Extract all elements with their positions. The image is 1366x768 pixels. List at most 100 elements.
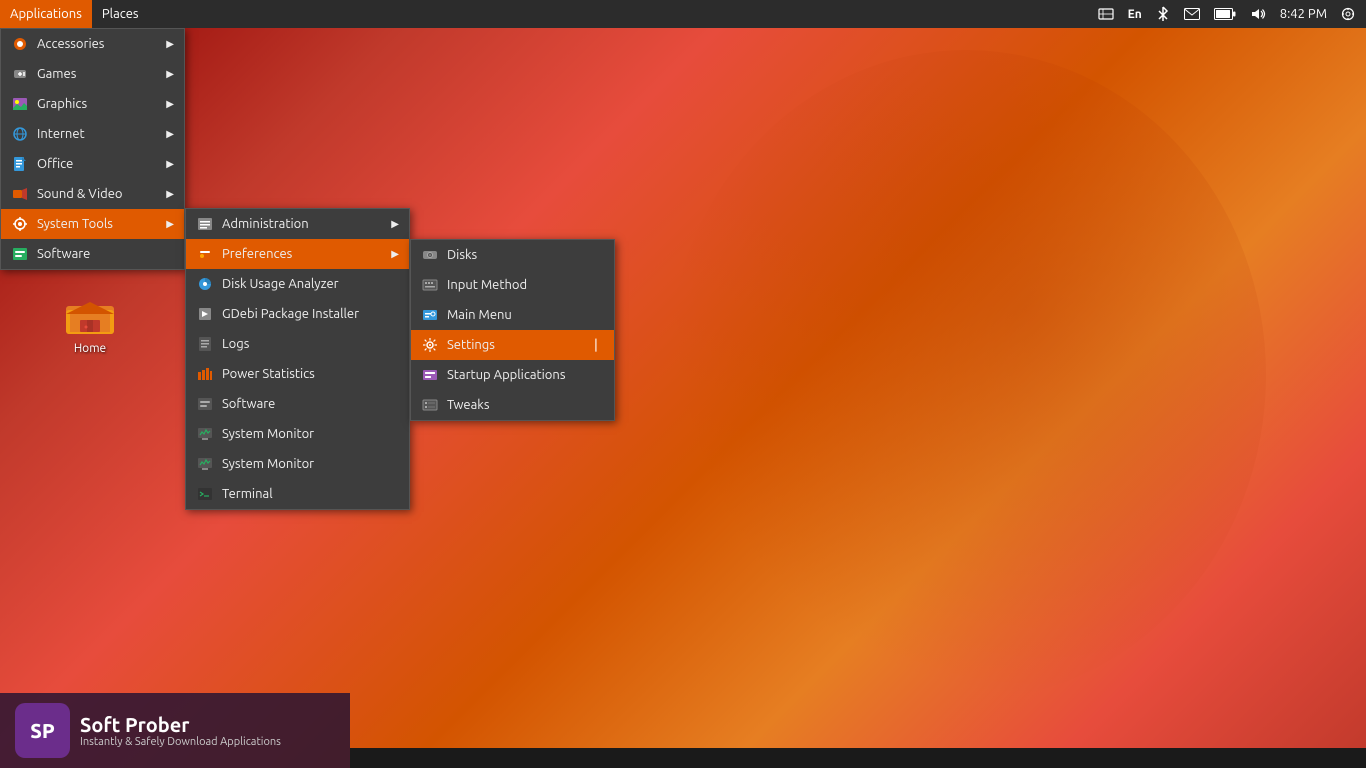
power-icon[interactable]	[1338, 7, 1358, 21]
graphics-label: Graphics	[37, 97, 87, 111]
places-menu[interactable]: Places	[92, 0, 149, 28]
input-method-icon	[421, 276, 439, 294]
office-label: Office	[37, 157, 73, 171]
menu-software-l2[interactable]: Software	[186, 389, 409, 419]
taskbar-scrollbar	[350, 748, 1366, 768]
topbar: Applications Places En	[0, 0, 1366, 28]
disks-label: Disks	[447, 248, 477, 262]
menu-settings[interactable]: Settings ▏	[411, 330, 614, 360]
watermark-text-block: Soft Prober Instantly & Safely Download …	[80, 713, 281, 748]
menu-sound-video[interactable]: Sound & Video ▶	[1, 179, 184, 209]
administration-icon	[196, 215, 214, 233]
power-stats-label: Power Statistics	[222, 367, 315, 381]
tweaks-label: Tweaks	[447, 398, 489, 412]
bluetooth-icon[interactable]	[1153, 6, 1173, 22]
system-monitor-2-label: System Monitor	[222, 457, 314, 471]
applications-label: Applications	[10, 7, 82, 21]
internet-label: Internet	[37, 127, 85, 141]
watermark-logo-text: SP	[30, 719, 55, 742]
menu-tweaks[interactable]: Tweaks	[411, 390, 614, 420]
menu-startup-apps[interactable]: Startup Applications	[411, 360, 614, 390]
menu-main-menu[interactable]: Main Menu	[411, 300, 614, 330]
terminal-icon	[196, 485, 214, 503]
menu-system-monitor-1[interactable]: System Monitor	[186, 419, 409, 449]
accessories-arrow: ▶	[166, 38, 174, 50]
settings-label: Settings	[447, 338, 495, 352]
settings-icon	[421, 336, 439, 354]
administration-arrow: ▶	[391, 218, 399, 230]
tweaks-icon	[421, 396, 439, 414]
internet-arrow: ▶	[166, 128, 174, 140]
menu-graphics[interactable]: Graphics ▶	[1, 89, 184, 119]
menu-power-stats[interactable]: Power Statistics	[186, 359, 409, 389]
watermark-subtitle: Instantly & Safely Download Applications	[80, 736, 281, 748]
topbar-left: Applications Places	[0, 0, 149, 28]
time-display: 8:42 PM	[1280, 7, 1327, 21]
graphics-arrow: ▶	[166, 98, 174, 110]
administration-label: Administration	[222, 217, 309, 231]
home-desktop-icon[interactable]: Home	[50, 290, 130, 355]
office-icon	[11, 155, 29, 173]
preferences-label: Preferences	[222, 247, 292, 261]
places-label: Places	[102, 7, 139, 21]
language-icon[interactable]: En	[1125, 8, 1145, 21]
menu-gdebi[interactable]: GDebi Package Installer	[186, 299, 409, 329]
accessories-icon	[11, 35, 29, 53]
home-folder-icon	[66, 290, 114, 338]
menu-administration[interactable]: Administration ▶	[186, 209, 409, 239]
watermark-title: Soft Prober	[80, 713, 281, 736]
applications-menu-l1: Accessories ▶ Games ▶ Graphics ▶ Interne…	[0, 28, 185, 270]
input-source-icon[interactable]	[1095, 6, 1117, 22]
games-arrow: ▶	[166, 68, 174, 80]
system-monitor-1-label: System Monitor	[222, 427, 314, 441]
applications-menu[interactable]: Applications	[0, 0, 92, 28]
graphics-icon	[11, 95, 29, 113]
main-menu-icon	[421, 306, 439, 324]
games-label: Games	[37, 67, 76, 81]
accessories-label: Accessories	[37, 37, 104, 51]
software-label: Software	[37, 247, 90, 261]
menu-disk-usage[interactable]: Disk Usage Analyzer	[186, 269, 409, 299]
menu-logs[interactable]: Logs	[186, 329, 409, 359]
menu-preferences[interactable]: Preferences ▶	[186, 239, 409, 269]
startup-apps-icon	[421, 366, 439, 384]
menu-system-tools[interactable]: System Tools ▶	[1, 209, 184, 239]
battery-icon[interactable]	[1211, 8, 1239, 20]
software-l2-label: Software	[222, 397, 275, 411]
input-method-label: Input Method	[447, 278, 527, 292]
menu-accessories[interactable]: Accessories ▶	[1, 29, 184, 59]
power-stats-icon	[196, 365, 214, 383]
volume-icon[interactable]	[1247, 7, 1269, 21]
software-icon	[11, 245, 29, 263]
logs-icon	[196, 335, 214, 353]
sound-video-label: Sound & Video	[37, 187, 123, 201]
sound-video-icon	[11, 185, 29, 203]
menu-disks[interactable]: Disks	[411, 240, 614, 270]
menu-games[interactable]: Games ▶	[1, 59, 184, 89]
menu-internet[interactable]: Internet ▶	[1, 119, 184, 149]
mail-icon[interactable]	[1181, 8, 1203, 20]
watermark-logo: SP	[15, 703, 70, 758]
disk-usage-icon	[196, 275, 214, 293]
internet-icon	[11, 125, 29, 143]
system-tools-icon	[11, 215, 29, 233]
sound-video-arrow: ▶	[166, 188, 174, 200]
menu-software[interactable]: Software	[1, 239, 184, 269]
clock: 8:42 PM	[1277, 7, 1330, 21]
main-menu-label: Main Menu	[447, 308, 512, 322]
system-tools-label: System Tools	[37, 217, 113, 231]
disk-usage-label: Disk Usage Analyzer	[222, 277, 339, 291]
preferences-arrow: ▶	[391, 248, 399, 260]
watermark: SP Soft Prober Instantly & Safely Downlo…	[0, 693, 350, 768]
menu-input-method[interactable]: Input Method	[411, 270, 614, 300]
preferences-icon	[196, 245, 214, 263]
logs-label: Logs	[222, 337, 249, 351]
menu-terminal[interactable]: Terminal	[186, 479, 409, 509]
menu-office[interactable]: Office ▶	[1, 149, 184, 179]
disks-icon	[421, 246, 439, 264]
games-icon	[11, 65, 29, 83]
software-l2-icon	[196, 395, 214, 413]
system-monitor-1-icon	[196, 425, 214, 443]
menu-system-monitor-2[interactable]: System Monitor	[186, 449, 409, 479]
system-monitor-2-icon	[196, 455, 214, 473]
